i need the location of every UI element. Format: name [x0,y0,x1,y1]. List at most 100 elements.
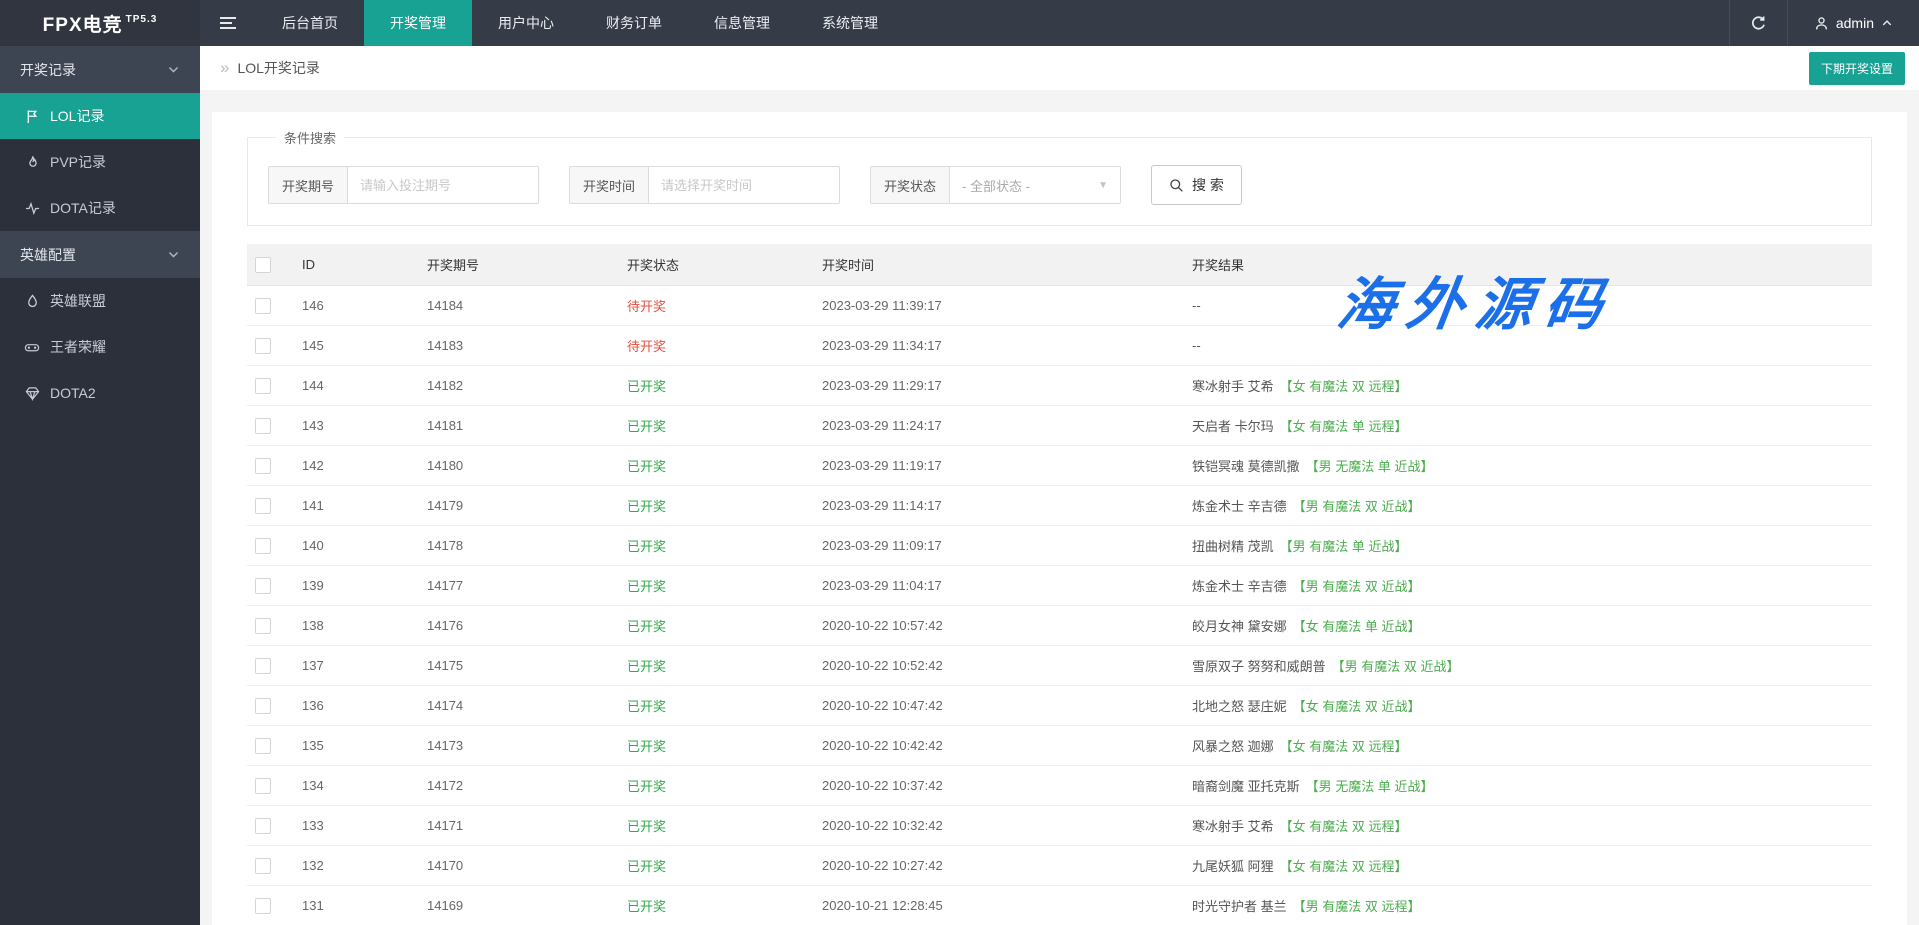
table-row: 13114169已开奖2020-10-21 12:28:45时光守护者 基兰【男… [247,886,1872,925]
nav-item-系统管理[interactable]: 系统管理 [796,0,904,46]
sidebar-item-PVP记录[interactable]: PVP记录 [0,139,200,185]
cell-id: 137 [302,658,427,673]
cell-result: 雪原双子 努努和威朗普【男 有魔法 双 近战】 [1192,656,1872,675]
result-hero: 寒冰射手 艾希 [1192,379,1274,394]
cell-period: 14184 [427,298,627,313]
cell-period: 14171 [427,818,627,833]
refresh-icon[interactable] [1729,0,1787,46]
nav-item-用户中心[interactable]: 用户中心 [472,0,580,46]
row-checkbox[interactable] [255,858,271,874]
cell-result: 寒冰射手 艾希【女 有魔法 双 远程】 [1192,376,1872,395]
cell-time: 2020-10-22 10:57:42 [822,618,1192,633]
sidebar-item-DOTA记录[interactable]: DOTA记录 [0,185,200,231]
row-checkbox[interactable] [255,338,271,354]
cell-result: 暗裔剑魔 亚托克斯【男 无魔法 单 近战】 [1192,776,1872,795]
result-attrs: 【女 有魔法 双 远程】 [1280,379,1408,394]
cell-time: 2020-10-22 10:47:42 [822,698,1192,713]
cell-time: 2020-10-22 10:37:42 [822,778,1192,793]
row-checkbox[interactable] [255,458,271,474]
cell-status: 已开奖 [627,776,822,795]
status-select[interactable]: - 全部状态 - ▼ [949,166,1121,204]
select-all-checkbox[interactable] [255,257,271,273]
period-field-group: 开奖期号 [268,166,539,204]
result-hero: 皎月女神 黛安娜 [1192,619,1287,634]
sidebar-item-label: 王者荣耀 [50,337,106,357]
cell-time: 2020-10-22 10:32:42 [822,818,1192,833]
table-row: 14314181已开奖2023-03-29 11:24:17天启者 卡尔玛【女 … [247,406,1872,446]
search-button[interactable]: 搜 索 [1151,165,1242,205]
sidebar-item-王者荣耀[interactable]: 王者荣耀 [0,324,200,370]
cell-status: 已开奖 [627,616,822,635]
sidebar-item-DOTA2[interactable]: DOTA2 [0,370,200,416]
cell-time: 2020-10-22 10:52:42 [822,658,1192,673]
cell-id: 140 [302,538,427,553]
sidebar-item-英雄联盟[interactable]: 英雄联盟 [0,278,200,324]
row-checkbox[interactable] [255,738,271,754]
time-field-group: 开奖时间 [569,166,840,204]
row-checkbox[interactable] [255,498,271,514]
sidebar-group-开奖记录[interactable]: 开奖记录 [0,46,200,93]
search-icon [1169,178,1184,193]
result-attrs: 【男 无魔法 单 近战】 [1306,459,1434,474]
cell-result: 炼金术士 辛吉德【男 有魔法 双 近战】 [1192,576,1872,595]
cell-status: 已开奖 [627,856,822,875]
user-menu[interactable]: admin [1787,0,1919,46]
period-input[interactable] [347,166,539,204]
period-field-label: 开奖期号 [268,166,347,204]
cell-status: 已开奖 [627,416,822,435]
row-checkbox[interactable] [255,378,271,394]
result-hero: 九尾妖狐 阿狸 [1192,859,1274,874]
chevron-down-icon [167,248,180,261]
result-hero: 天启者 卡尔玛 [1192,419,1274,434]
next-draw-settings-button[interactable]: 下期开奖设置 [1809,52,1905,85]
row-checkbox[interactable] [255,818,271,834]
sidebar-item-LOL记录[interactable]: LOL记录 [0,93,200,139]
result-hero: 寒冰射手 艾希 [1192,819,1274,834]
cell-result: 扭曲树精 茂凯【男 有魔法 单 近战】 [1192,536,1872,555]
main-area: » LOL开奖记录 下期开奖设置 条件搜索 开奖期号 开奖时间 开奖状态 - 全… [200,46,1919,925]
nav-item-后台首页[interactable]: 后台首页 [256,0,364,46]
cell-result: 九尾妖狐 阿狸【女 有魔法 双 远程】 [1192,856,1872,875]
cell-period: 14176 [427,618,627,633]
records-table: ID 开奖期号 开奖状态 开奖时间 开奖结果 14614184待开奖2023-0… [247,244,1872,925]
table-row: 14414182已开奖2023-03-29 11:29:17寒冰射手 艾希【女 … [247,366,1872,406]
nav-item-财务订单[interactable]: 财务订单 [580,0,688,46]
cell-status: 已开奖 [627,736,822,755]
nav-item-开奖管理[interactable]: 开奖管理 [364,0,472,46]
row-checkbox[interactable] [255,698,271,714]
cell-period: 14174 [427,698,627,713]
app-version: TP5.3 [126,14,158,25]
cell-period: 14177 [427,578,627,593]
cell-period: 14182 [427,378,627,393]
sidebar-group-英雄配置[interactable]: 英雄配置 [0,231,200,278]
flag-icon [24,109,40,124]
cell-period: 14175 [427,658,627,673]
cell-status: 已开奖 [627,696,822,715]
col-header-status: 开奖状态 [627,255,822,274]
page-title: LOL开奖记录 [237,58,319,78]
cell-period: 14181 [427,418,627,433]
row-checkbox[interactable] [255,538,271,554]
row-checkbox[interactable] [255,578,271,594]
draw-time-input[interactable] [648,166,840,204]
pulse-icon [24,201,40,216]
search-row: 开奖期号 开奖时间 开奖状态 - 全部状态 - ▼ [268,165,1851,205]
row-checkbox[interactable] [255,298,271,314]
result-attrs: 【男 有魔法 双 近战】 [1293,499,1421,514]
user-icon [1814,16,1829,31]
hamburger-icon[interactable] [200,0,256,46]
cell-status: 已开奖 [627,536,822,555]
row-checkbox[interactable] [255,618,271,634]
row-checkbox[interactable] [255,778,271,794]
table-row: 14614184待开奖2023-03-29 11:39:17-- [247,286,1872,326]
sidebar-item-label: 英雄联盟 [50,291,106,311]
result-hero: 炼金术士 辛吉德 [1192,579,1287,594]
cell-id: 131 [302,898,427,913]
nav-item-信息管理[interactable]: 信息管理 [688,0,796,46]
cell-id: 138 [302,618,427,633]
result-attrs: 【男 有魔法 双 近战】 [1293,579,1421,594]
row-checkbox[interactable] [255,418,271,434]
breadcrumb-marker-icon: » [220,58,229,78]
row-checkbox[interactable] [255,898,271,914]
row-checkbox[interactable] [255,658,271,674]
